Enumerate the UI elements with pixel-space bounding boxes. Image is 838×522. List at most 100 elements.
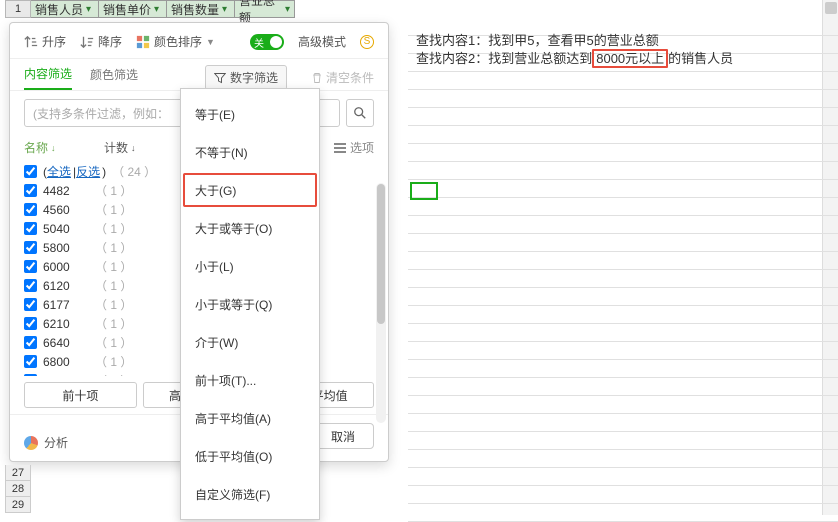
item-checkbox[interactable] [24, 279, 37, 292]
selected-cell[interactable] [410, 182, 438, 200]
advanced-mode-label: 高级模式 [298, 33, 346, 50]
menu-equal[interactable]: 等于(E) [181, 95, 319, 133]
filter-drop-icon: ▾ [154, 4, 159, 15]
number-filter-label: 数字筛选 [230, 69, 278, 86]
item-count: （ 1 ） [95, 182, 132, 199]
col-header-sales-person[interactable]: 销售人员▾ [31, 0, 99, 18]
row-number[interactable]: 27 [5, 465, 31, 481]
analysis-button[interactable]: 分析 [24, 434, 68, 451]
tab-color-filter[interactable]: 颜色筛选 [90, 66, 138, 89]
panel-toolbar: 升序 降序 颜色排序 ▼ 高级模式 S [10, 23, 388, 59]
premium-icon: S [360, 35, 374, 49]
menu-less-equal[interactable]: 小于或等于(Q) [181, 285, 319, 323]
row-number[interactable]: 28 [5, 481, 31, 497]
item-count: （ 1 ） [95, 315, 132, 332]
item-checkbox[interactable] [24, 355, 37, 368]
row-number[interactable]: 29 [5, 497, 31, 513]
header-name[interactable]: 名称↓ [24, 139, 94, 156]
item-value: 6210 [43, 317, 89, 331]
sheet-area[interactable] [408, 18, 838, 515]
item-checkbox[interactable] [24, 184, 37, 197]
item-count: （ 1 ） [95, 220, 132, 237]
item-checkbox[interactable] [24, 298, 37, 311]
sort-desc-button[interactable]: 降序 [80, 33, 122, 50]
item-value: 4482 [43, 184, 89, 198]
item-count: （ 1 ） [95, 334, 132, 351]
sort-asc-label: 升序 [42, 33, 66, 50]
item-count: （ 1 ） [95, 201, 132, 218]
menu-top10[interactable]: 前十项(T)... [181, 361, 319, 399]
col-header-quantity[interactable]: 销售数量▾ [167, 0, 235, 18]
header-count[interactable]: 计数↓ [104, 139, 174, 156]
menu-greater-equal[interactable]: 大于或等于(O) [181, 209, 319, 247]
item-count: （ 1 ） [95, 239, 132, 256]
menu-below-avg[interactable]: 低于平均值(O) [181, 437, 319, 475]
item-value: 6177 [43, 298, 89, 312]
sort-asc-button[interactable]: 升序 [24, 33, 66, 50]
chevron-down-icon: ▼ [206, 37, 215, 47]
annotation-text: 查找内容1：找到甲5，查看甲5的营业总额 查找内容2：找到营业总额达到8000元… [416, 32, 733, 68]
trash-icon [311, 72, 323, 84]
annotation-line1: 查找内容1：找到甲5，查看甲5的营业总额 [416, 32, 733, 50]
advanced-mode-toggle[interactable] [250, 34, 284, 50]
col-label: 销售单价 [103, 1, 151, 18]
menu-less-than[interactable]: 小于(L) [181, 247, 319, 285]
top10-button[interactable]: 前十项 [24, 382, 137, 408]
scroll-up-arrow[interactable] [825, 2, 837, 14]
palette-icon [136, 35, 150, 49]
search-icon [353, 106, 367, 120]
item-count: （ 1 ） [95, 277, 132, 294]
col-label: 销售数量 [171, 1, 219, 18]
pie-chart-icon [24, 436, 38, 450]
list-scrollbar[interactable] [376, 183, 386, 423]
item-value: 5800 [43, 241, 89, 255]
item-checkbox[interactable] [24, 317, 37, 330]
menu-not-equal[interactable]: 不等于(N) [181, 133, 319, 171]
menu-between[interactable]: 介于(W) [181, 323, 319, 361]
col-label: 销售人员 [35, 1, 83, 18]
item-value: 4560 [43, 203, 89, 217]
options-icon [334, 143, 346, 153]
item-value: 6800 [43, 355, 89, 369]
scrollbar-thumb[interactable] [377, 184, 385, 324]
invert-link[interactable]: 反选 [76, 165, 100, 179]
clear-conditions-button[interactable]: 清空条件 [311, 69, 374, 86]
select-all-link[interactable]: 全选 [47, 165, 71, 179]
header-options[interactable]: 选项 [334, 139, 374, 156]
row-number-1[interactable]: 1 [5, 0, 31, 18]
filter-drop-icon: ▾ [86, 4, 91, 15]
sort-desc-icon [80, 35, 94, 49]
filter-tabs: 内容筛选 颜色筛选 数字筛选 清空条件 [10, 59, 388, 91]
select-all-count: （ 24 ） [112, 163, 156, 180]
search-button[interactable] [346, 99, 374, 127]
select-all-checkbox[interactable] [24, 165, 37, 178]
item-count: （ 1 ） [95, 296, 132, 313]
col-header-total[interactable]: 营业总额▾ [235, 0, 295, 18]
item-checkbox[interactable] [24, 203, 37, 216]
item-count: （ 1 ） [95, 353, 132, 370]
annotation-line2: 查找内容2：找到营业总额达到8000元以上的销售人员 [416, 50, 733, 68]
cancel-button[interactable]: 取消 [312, 423, 374, 449]
color-sort-button[interactable]: 颜色排序 ▼ [136, 33, 215, 50]
item-checkbox[interactable] [24, 222, 37, 235]
analysis-label: 分析 [44, 434, 68, 451]
color-sort-label: 颜色排序 [154, 33, 202, 50]
item-count: （ 1 ） [95, 258, 132, 275]
sort-asc-icon [24, 35, 38, 49]
tab-content-filter[interactable]: 内容筛选 [24, 65, 72, 90]
item-value: 6120 [43, 279, 89, 293]
menu-custom[interactable]: 自定义筛选(F) [181, 475, 319, 513]
item-checkbox[interactable] [24, 260, 37, 273]
menu-above-avg[interactable]: 高于平均值(A) [181, 399, 319, 437]
item-checkbox[interactable] [24, 241, 37, 254]
col-header-unit-price[interactable]: 销售单价▾ [99, 0, 167, 18]
filter-drop-icon: ▾ [222, 4, 227, 15]
item-value: 6000 [43, 260, 89, 274]
item-checkbox[interactable] [24, 336, 37, 349]
menu-greater-than[interactable]: 大于(G) [181, 171, 319, 209]
highlighted-amount: 8000元以上 [592, 49, 668, 68]
sort-desc-label: 降序 [98, 33, 122, 50]
number-filter-button[interactable]: 数字筛选 [205, 65, 287, 90]
item-value: 5040 [43, 222, 89, 236]
column-header-row: 1 销售人员▾ 销售单价▾ 销售数量▾ 营业总额▾ [5, 0, 295, 18]
